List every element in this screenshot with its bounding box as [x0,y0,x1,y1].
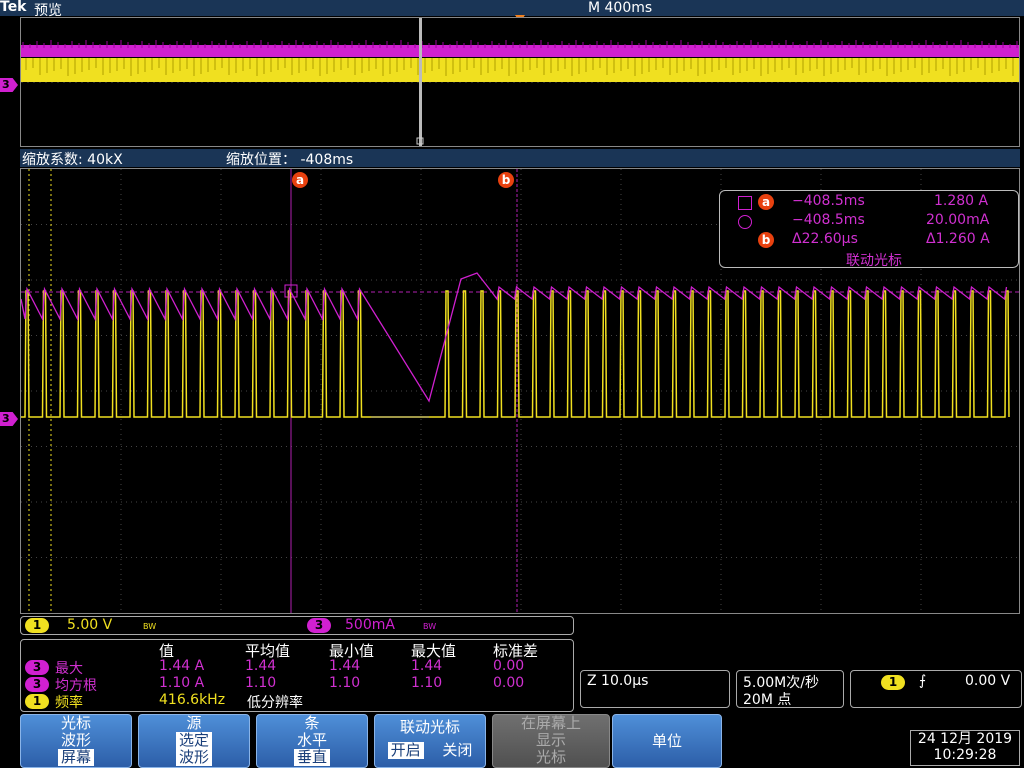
readout-a-time: −408.5ms [792,193,865,209]
title-bar [0,0,1024,16]
brand-logo: Tek [0,0,27,15]
cursor-a-label[interactable]: a [292,172,308,188]
button-label: 光标 [60,714,91,732]
readout-delta-value: Δ1.260 A [926,231,990,247]
timebase-readout: M 400ms [588,0,653,16]
table-row-name: 频率 [55,695,83,711]
linked-cursors-button[interactable]: 联动光标 开启 关闭 [374,714,486,768]
button-label: 源 [186,714,202,732]
ch1-bw-icon: BW [143,622,157,631]
button-label: 波形 [60,731,91,749]
overview-ch1-trace [21,58,1019,82]
rising-edge-icon: ⨍ [919,673,927,689]
table-row-ch-badge: 3 [25,677,49,692]
datetime-display: 24 12月 2019 10:29:28 [910,730,1020,766]
table-row-ch-badge: 3 [25,660,49,675]
zoom-factor: 缩放系数: 40kX [22,152,123,168]
ch3-badge[interactable]: 3 [307,618,331,633]
button-selected-option: 屏幕 [57,749,94,766]
button-label: 水平 [296,731,327,749]
button-selected-option: 选定 [175,732,212,749]
overview-zoom-window [419,18,422,146]
ch1-trace [21,290,1010,418]
show-cursors-on-screen-button[interactable]: 在屏幕上 显示 光标 [492,714,610,768]
trigger-box[interactable]: 1 ⨍ 0.00 V [850,670,1022,708]
table-cell: 1.44 A [159,658,205,674]
zoom-position: 缩放位置： -408ms [226,152,354,168]
trigger-level: 0.00 V [965,673,1011,689]
table-cell: 1.10 [245,675,277,691]
zoom-scale-box[interactable]: Z 10.0μs [580,670,730,708]
button-selected-option: 波形 [175,749,212,766]
readout-mode-label: 联动光标 [846,253,902,269]
circle-cursor-icon [738,215,752,229]
readout-a-value: 1.280 A [934,193,989,209]
button-selected-option: 垂直 [293,749,330,766]
time-text: 10:29:28 [933,747,997,763]
button-label: 条 [304,714,320,732]
square-cursor-icon [738,196,752,210]
ch3-scale[interactable]: 500mA [345,617,395,633]
overview-waveform-panel[interactable] [20,17,1021,147]
trigger-ch-badge: 1 [881,675,905,690]
zoom-scale: Z 10.0μs [587,673,649,689]
ch3-bw-icon: BW [423,622,437,631]
button-label: 光标 [535,748,566,766]
ch1-scale[interactable]: 5.00 V [67,617,112,633]
record-length: 20M 点 [743,692,792,708]
ch1-badge[interactable]: 1 [25,618,49,633]
overview-ch3-marker[interactable]: 3 [0,78,18,92]
date-text: 24 12月 2019 [917,731,1013,747]
table-cell: 低分辨率 [247,695,303,711]
readout-a-icon: a [758,194,774,210]
channel-scale-bar[interactable]: 1 5.00 V BW 3 500mA BW [20,616,574,635]
readout-delta-time: Δ22.60μs [792,231,858,247]
overview-waveform [21,18,1021,146]
bars-button[interactable]: 条 水平 垂直 [256,714,368,768]
button-label: 在屏幕上 [520,714,581,732]
table-cell: 1.10 A [159,675,205,691]
linked-cursors-on-option[interactable]: 开启 [387,742,424,759]
table-row-ch-badge: 1 [25,694,49,709]
measurement-table: 值 平均值 最小值 最大值 标准差 3 最大 1.44 A 1.44 1.44 … [20,639,574,712]
linked-cursors-off-option[interactable]: 关闭 [442,741,472,759]
button-label: 联动光标 [399,718,460,736]
table-cell: 1.10 [411,675,443,691]
table-cell: 1.44 [329,658,361,674]
readout-b-time: −408.5ms [792,212,865,228]
table-cell: 1.10 [329,675,361,691]
button-label: 显示 [535,731,566,749]
table-cell: 0.00 [493,675,525,691]
table-cell: 0.00 [493,658,525,674]
readout-b-icon: b [758,232,774,248]
table-cell: 416.6kHz [159,692,226,708]
cursor-b-label[interactable]: b [498,172,514,188]
readout-b-value: 20.00mA [926,212,990,228]
table-cell: 1.44 [245,658,277,674]
units-button[interactable]: 单位 [612,714,722,768]
acquisition-box[interactable]: 5.00M次/秒 20M 点 [736,670,844,708]
cursor-waveform-screen-button[interactable]: 光标 波形 屏幕 [20,714,132,768]
main-ch3-marker[interactable]: 3 [0,412,18,426]
button-label: 单位 [651,732,682,750]
source-button[interactable]: 源 选定 波形 [138,714,250,768]
table-cell: 1.44 [411,658,443,674]
zoom-info-bar [20,149,1020,167]
cursor-readout-panel: a −408.5ms 1.280 A −408.5ms 20.00mA b Δ2… [719,190,1019,269]
